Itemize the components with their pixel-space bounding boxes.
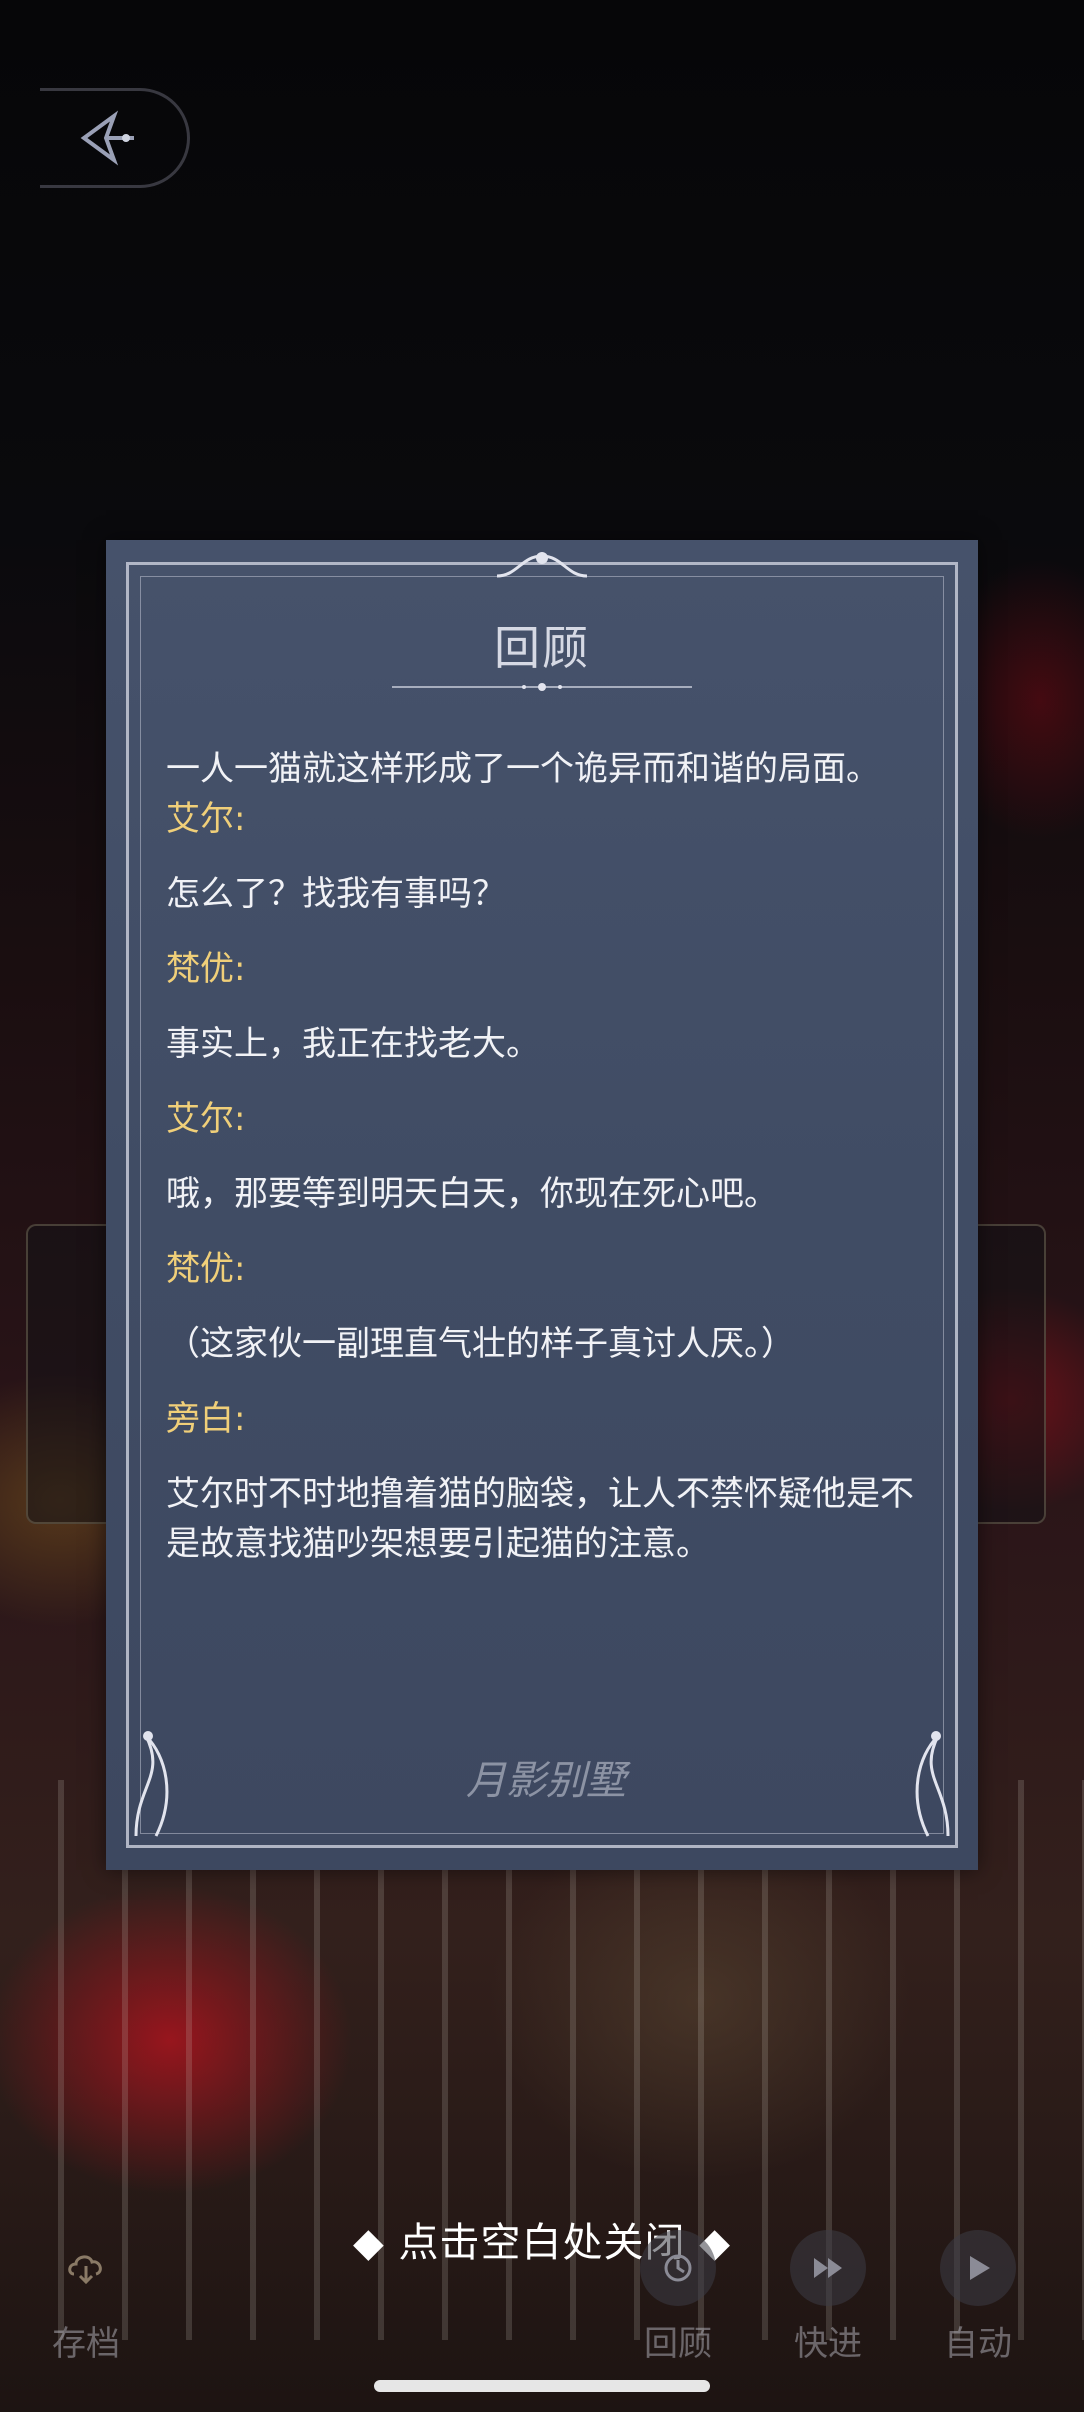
- review-icon: [640, 2230, 716, 2306]
- log-entry: 梵优: 事实上，我正在找老大。: [166, 944, 926, 1069]
- log-text: （这家伙一副理直气壮的样子真讨人厌。）: [166, 1324, 795, 1364]
- log-entry: 旁白: 艾尔时不时地撸着猫的脑袋，让人不禁怀疑他是不是故意找猫吵架想要引起猫的注…: [166, 1394, 926, 1569]
- log-text: 怎么了？找我有事吗？: [166, 874, 506, 914]
- speaker-name: 旁白:: [166, 1399, 246, 1439]
- back-arrow-icon: [80, 110, 134, 166]
- save-label: 存档: [52, 2324, 120, 2364]
- log-entry: 艾尔: 哦，那要等到明天白天，你现在死心吧。: [166, 1094, 926, 1219]
- speaker-name: 梵优:: [166, 949, 246, 989]
- game-logo: 月影别墅: [466, 1758, 626, 1804]
- bottom-toolbar: 存档 回顾 快进 自动: [0, 2230, 1084, 2390]
- auto-label: 自动: [944, 2324, 1012, 2364]
- title-divider-icon: [392, 683, 692, 691]
- review-log: 一人一猫就这样形成了一个诡异而和谐的局面。 艾尔: 怎么了？找我有事吗？ 梵优:…: [166, 744, 926, 1594]
- top-ornament-icon: [496, 552, 588, 578]
- skip-label: 快进: [794, 2324, 862, 2364]
- review-button[interactable]: 回顾: [628, 2230, 728, 2365]
- corner-ornament-left-icon: [134, 1731, 169, 1837]
- play-icon: [940, 2230, 1016, 2306]
- speaker-name: 梵优:: [166, 1249, 246, 1289]
- log-entry: 梵优: （这家伙一副理直气壮的样子真讨人厌。）: [166, 1244, 926, 1369]
- review-label: 回顾: [644, 2324, 712, 2364]
- auto-button[interactable]: 自动: [928, 2230, 1028, 2365]
- log-entry: 一人一猫就这样形成了一个诡异而和谐的局面。: [166, 744, 926, 794]
- speaker-name: 艾尔:: [166, 799, 246, 839]
- cloud-save-icon: [48, 2230, 124, 2306]
- corner-ornament-right-icon: [915, 1731, 950, 1837]
- log-text: 事实上，我正在找老大。: [166, 1024, 540, 1064]
- review-panel[interactable]: 回顾 一人一猫就这样形成了一个诡异而和谐的局面。 艾尔: 怎么了？找我有事吗？ …: [106, 540, 978, 1870]
- back-button[interactable]: [40, 88, 190, 188]
- log-text: 哦，那要等到明天白天，你现在死心吧。: [166, 1174, 778, 1214]
- review-title: 回顾: [494, 621, 590, 675]
- log-entry: 艾尔: 怎么了？找我有事吗？: [166, 794, 926, 919]
- skip-button[interactable]: 快进: [778, 2230, 878, 2365]
- home-indicator[interactable]: [374, 2380, 710, 2392]
- save-button[interactable]: 存档: [36, 2230, 136, 2365]
- speaker-name: 艾尔:: [166, 1099, 246, 1139]
- log-text: 一人一猫就这样形成了一个诡异而和谐的局面。: [166, 749, 880, 789]
- log-text: 艾尔时不时地撸着猫的脑袋，让人不禁怀疑他是不是故意找猫吵架想要引起猫的注意。: [166, 1474, 914, 1564]
- fast-forward-icon: [790, 2230, 866, 2306]
